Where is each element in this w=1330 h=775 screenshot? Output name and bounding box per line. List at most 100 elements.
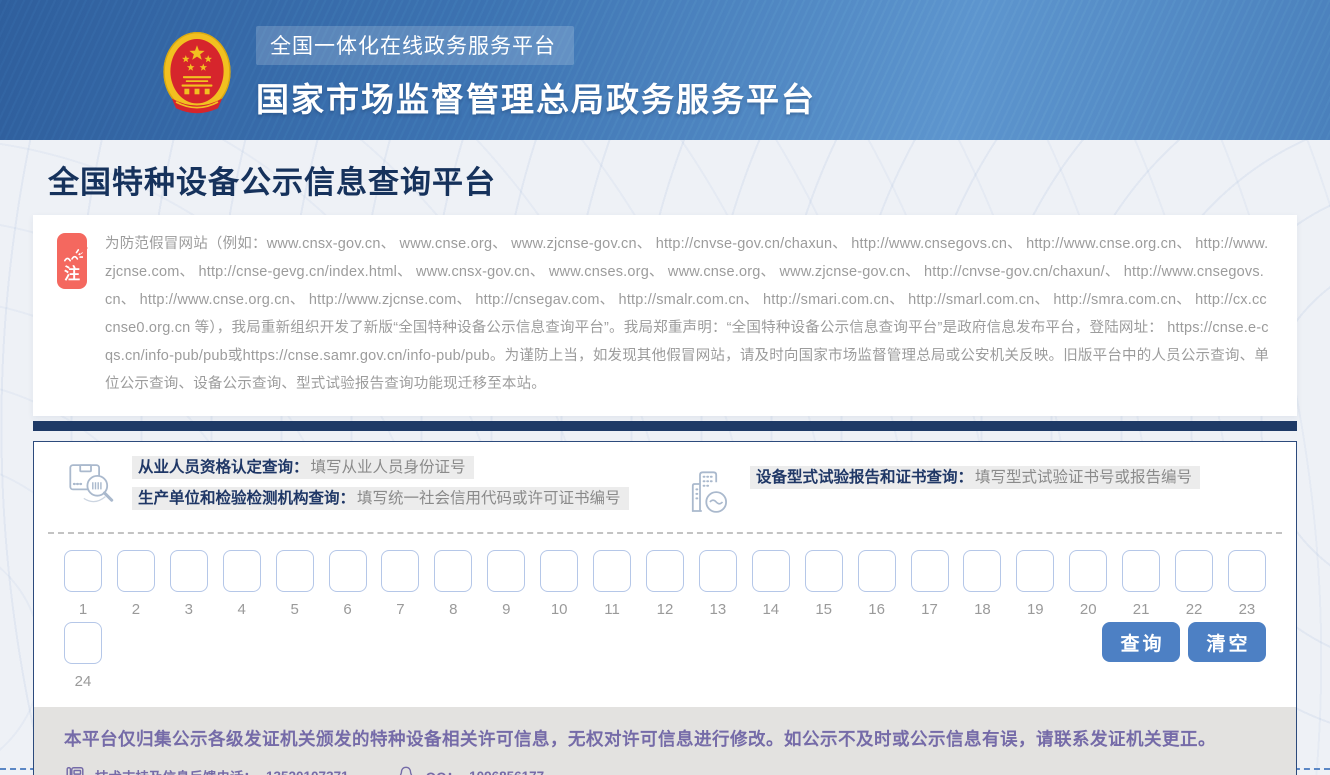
digit-label: 2 [132, 601, 140, 619]
digit-cell: 16 [858, 550, 896, 619]
phone-label: 技术支持及信息反馈电话： [95, 766, 257, 775]
phone-contact: 技术支持及信息反馈电话：13520107371 [64, 765, 349, 775]
person-query-hint: 填写从业人员身份证号 [309, 456, 474, 479]
anti-fake-notice: 注 为防范假冒网站（例如：www.cnsx-gov.cn、 www.cnse.o… [33, 215, 1297, 416]
digit-boxes-row-2: 24 [64, 622, 102, 691]
disclaimer-footer: 本平台仅归集公示各级发证机关颁发的特种设备相关许可信息，无权对许可信息进行修改。… [34, 707, 1296, 775]
digit-cell: 24 [64, 622, 102, 691]
search-button[interactable]: 查询 [1102, 622, 1180, 662]
digit-input-19[interactable] [1016, 550, 1054, 592]
digit-label: 7 [396, 601, 404, 619]
unit-query-hint: 填写统一社会信用代码或许可证书编号 [355, 487, 629, 510]
digit-input-16[interactable] [858, 550, 896, 592]
digit-input-18[interactable] [963, 550, 1001, 592]
digit-label: 12 [657, 601, 674, 619]
digit-cell: 10 [540, 550, 578, 619]
digit-cell: 3 [170, 550, 208, 619]
digit-label: 1 [79, 601, 87, 619]
device-query-group: 设备型式试验报告和证书查询：填写型式试验证书号或报告编号 [682, 466, 1200, 520]
unit-query-label: 生产单位和检验检测机构查询： [132, 487, 355, 510]
device-query-label: 设备型式试验报告和证书查询： [750, 466, 973, 489]
digit-label: 23 [1239, 601, 1256, 619]
digit-cell: 13 [699, 550, 737, 619]
page-title: 全国特种设备公示信息查询平台 [33, 140, 1297, 215]
digit-label: 15 [815, 601, 832, 619]
digit-label: 20 [1080, 601, 1097, 619]
site-title: 国家市场监督管理总局政务服务平台 [256, 73, 816, 121]
clear-button[interactable]: 清空 [1188, 622, 1266, 662]
digit-cell: 20 [1069, 550, 1107, 619]
digit-cell: 17 [911, 550, 949, 619]
digit-input-9[interactable] [487, 550, 525, 592]
digit-input-4[interactable] [223, 550, 261, 592]
digit-cell: 12 [646, 550, 684, 619]
digit-cell: 5 [276, 550, 314, 619]
digit-label: 8 [449, 601, 457, 619]
digit-input-24[interactable] [64, 622, 102, 664]
digit-cell: 9 [487, 550, 525, 619]
digit-cell: 18 [963, 550, 1001, 619]
digit-input-2[interactable] [117, 550, 155, 592]
digit-input-11[interactable] [593, 550, 631, 592]
digit-input-23[interactable] [1228, 550, 1266, 592]
platform-tagline: 全国一体化在线政务服务平台 [256, 26, 574, 65]
digit-cell: 11 [593, 550, 631, 619]
notice-text: 为防范假冒网站（例如：www.cnsx-gov.cn、 www.cnse.org… [105, 230, 1271, 398]
digit-cell: 21 [1122, 550, 1160, 619]
digit-input-21[interactable] [1122, 550, 1160, 592]
digit-input-6[interactable] [329, 550, 367, 592]
digit-cell: 22 [1175, 550, 1213, 619]
package-search-icon [64, 457, 118, 511]
qq-number: 1096856177 [469, 769, 544, 775]
digit-input-3[interactable] [170, 550, 208, 592]
digit-cell: 19 [1016, 550, 1054, 619]
digit-cell: 6 [329, 550, 367, 619]
digit-label: 13 [710, 601, 727, 619]
person-query-label: 从业人员资格认定查询： [132, 456, 309, 479]
digit-cell: 4 [223, 550, 261, 619]
digit-cell: 8 [434, 550, 472, 619]
query-panel: 从业人员资格认定查询：填写从业人员身份证号 生产单位和检验检测机构查询：填写统一… [33, 441, 1297, 775]
digit-label: 14 [762, 601, 779, 619]
digit-input-7[interactable] [381, 550, 419, 592]
device-query-hint: 填写型式试验证书号或报告编号 [973, 466, 1200, 489]
digit-input-8[interactable] [434, 550, 472, 592]
person-query-line: 从业人员资格认定查询：填写从业人员身份证号 [132, 456, 474, 480]
digit-input-15[interactable] [805, 550, 843, 592]
digit-input-10[interactable] [540, 550, 578, 592]
digit-input-13[interactable] [699, 550, 737, 592]
digit-label: 22 [1186, 601, 1203, 619]
note-badge-label: 注 [64, 267, 80, 283]
note-badge-icon: 注 [57, 233, 87, 289]
section-divider-bar [33, 421, 1297, 431]
digit-label: 5 [290, 601, 298, 619]
qq-icon [395, 765, 417, 775]
digit-label: 3 [185, 601, 193, 619]
digit-input-5[interactable] [276, 550, 314, 592]
digit-cell: 2 [117, 550, 155, 619]
digit-input-20[interactable] [1069, 550, 1107, 592]
digit-cell: 1 [64, 550, 102, 619]
digit-cell: 14 [752, 550, 790, 619]
disclaimer-text: 本平台仅归集公示各级发证机关颁发的特种设备相关许可信息，无权对许可信息进行修改。… [64, 723, 1266, 756]
digit-label: 16 [868, 601, 885, 619]
device-query-line: 设备型式试验报告和证书查询：填写型式试验证书号或报告编号 [750, 466, 1200, 490]
digit-input-12[interactable] [646, 550, 684, 592]
phone-icon [64, 765, 86, 775]
national-emblem-icon [162, 31, 232, 117]
digit-label: 11 [604, 601, 620, 619]
digit-cell: 23 [1228, 550, 1266, 619]
site-header: 全国一体化在线政务服务平台 国家市场监督管理总局政务服务平台 [0, 0, 1330, 140]
digit-input-1[interactable] [64, 550, 102, 592]
digit-label: 9 [502, 601, 510, 619]
digit-label: 21 [1133, 601, 1150, 619]
main-content: 全国特种设备公示信息查询平台 注 为防范假冒网站（例如：www.cnsx-gov… [33, 140, 1297, 775]
digit-input-22[interactable] [1175, 550, 1213, 592]
building-certificate-icon [682, 466, 736, 520]
digit-input-17[interactable] [911, 550, 949, 592]
digit-label: 24 [75, 673, 92, 691]
qq-label: QQ： [426, 766, 461, 775]
unit-query-line: 生产单位和检验检测机构查询：填写统一社会信用代码或许可证书编号 [132, 487, 629, 511]
digit-label: 19 [1027, 601, 1044, 619]
digit-input-14[interactable] [752, 550, 790, 592]
